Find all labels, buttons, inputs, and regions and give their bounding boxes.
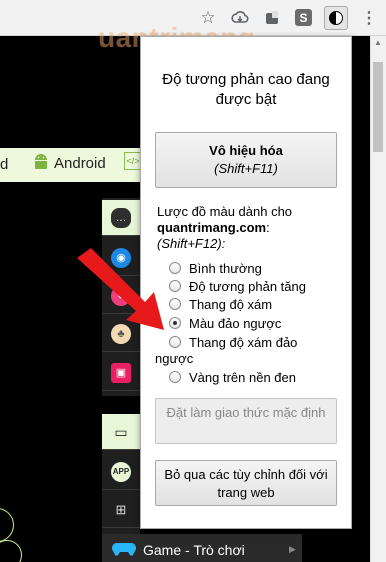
red-arrow-annotation bbox=[77, 248, 164, 330]
page: ☆ S ⋮ d Android </> … ◉ ● ♣ ▣ ▭ APP ⊞ Ga… bbox=[0, 0, 386, 562]
